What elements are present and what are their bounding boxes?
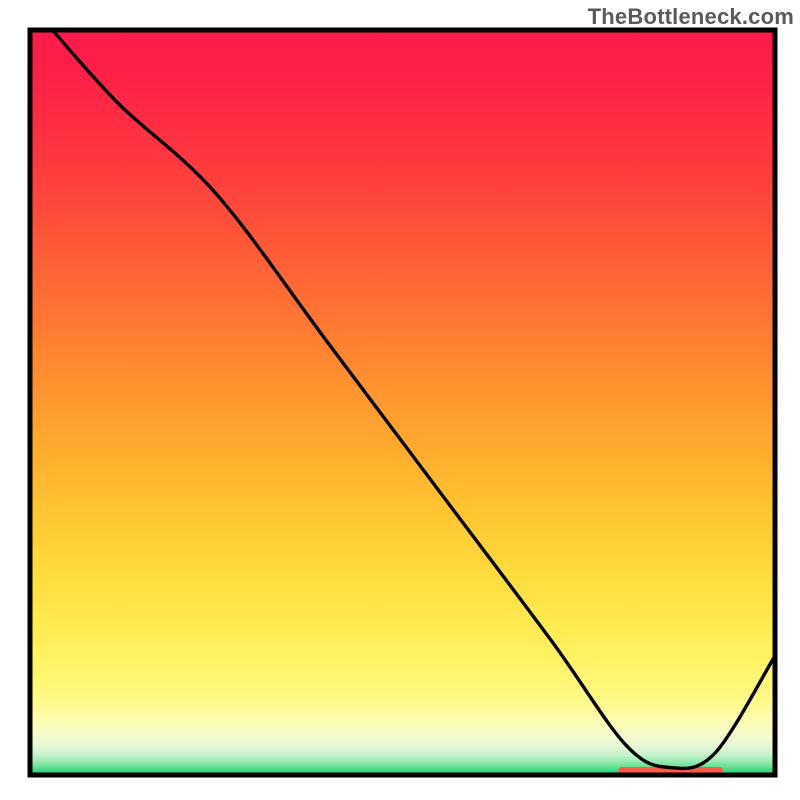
chart-stage: TheBottleneck.com <box>0 0 800 800</box>
watermark-text: TheBottleneck.com <box>588 4 794 30</box>
bottleneck-chart <box>0 0 800 800</box>
plot-background <box>30 30 775 775</box>
